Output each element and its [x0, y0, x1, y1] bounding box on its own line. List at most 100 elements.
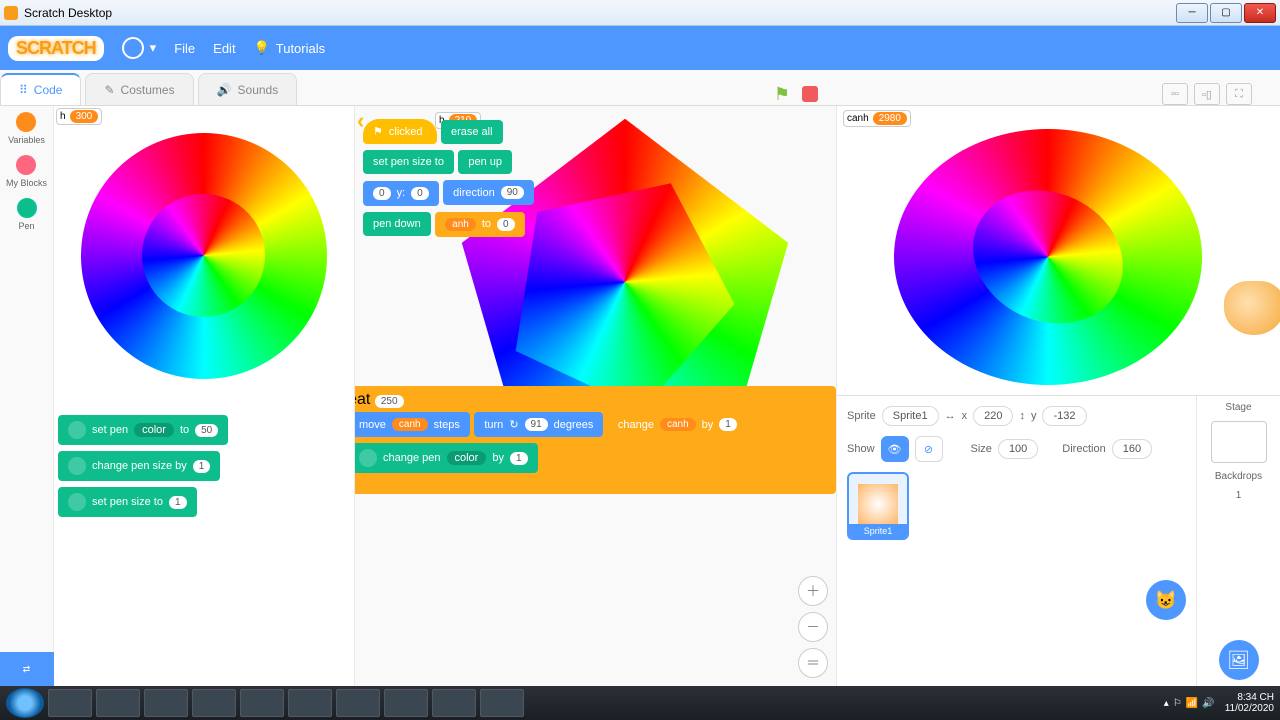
script-workspace[interactable]: h 210 ‹ ⚑ clicked erase all set pen size…	[354, 106, 836, 686]
block-change-variable[interactable]: change canh by 1	[608, 412, 747, 437]
block-turn-degrees[interactable]: turn ↻ 91 degrees	[474, 412, 603, 437]
window-title: Scratch Desktop	[24, 6, 112, 20]
block-goto-xy[interactable]: 0 y: 0	[363, 181, 439, 206]
sprite-name-input[interactable]: Sprite1	[882, 406, 939, 426]
xy-icon: ↔	[945, 410, 956, 422]
windows-taskbar: ▴ ⚐ 📶 🔊 8:34 CH 11/02/2020	[0, 686, 1280, 720]
taskbar-app-1[interactable]	[240, 689, 284, 717]
taskbar-explorer[interactable]	[48, 689, 92, 717]
tab-costumes[interactable]: ✎Costumes	[85, 73, 193, 105]
block-category-column: Variables My Blocks Pen ⇄	[0, 106, 54, 686]
block-change-pen-color[interactable]: change pen color by 1	[354, 443, 538, 473]
taskbar-paint[interactable]	[432, 689, 476, 717]
globe-icon	[122, 37, 144, 59]
hide-button[interactable]: ⊘	[915, 436, 943, 462]
pen-icon	[68, 493, 86, 511]
category-myblocks[interactable]: My Blocks	[6, 155, 47, 188]
stage-label: Stage	[1225, 402, 1251, 413]
block-change-pen-size[interactable]: change pen size by 1	[58, 451, 220, 481]
sprite-label: Sprite	[847, 410, 876, 422]
block-point-direction[interactable]: direction 90	[443, 180, 534, 205]
menu-file[interactable]: File	[174, 41, 195, 56]
block-set-variable[interactable]: anh to 0	[435, 212, 524, 237]
tray-flag-icon[interactable]: ⚐	[1173, 698, 1182, 709]
block-when-flag-clicked[interactable]: ⚑ clicked	[363, 119, 437, 144]
tray-network-icon[interactable]: 📶	[1186, 698, 1198, 709]
block-pen-up[interactable]: pen up	[458, 150, 512, 174]
scratch-cat-sprite[interactable]	[1224, 281, 1280, 335]
zoom-in-button[interactable]: ＋	[798, 576, 828, 606]
start-button[interactable]	[6, 688, 44, 718]
backdrops-label: Backdrops	[1215, 471, 1262, 482]
taskbar-chrome[interactable]	[192, 689, 236, 717]
size-label: Size	[971, 443, 992, 455]
taskbar-app-4[interactable]	[384, 689, 428, 717]
scratch-logo: SCRATCH	[8, 36, 104, 61]
main-area: Variables My Blocks Pen ⇄ h 300 set pen …	[0, 106, 1280, 686]
sprite-x-input[interactable]: 220	[973, 406, 1013, 426]
fullscreen-button[interactable]: ⛶	[1226, 83, 1252, 105]
app-icon	[4, 6, 18, 20]
show-label: Show	[847, 443, 875, 455]
costume-icon: ✎	[104, 83, 114, 97]
tab-sounds-label: Sounds	[238, 83, 279, 97]
maximize-button[interactable]: ▢	[1210, 3, 1242, 23]
block-move-steps[interactable]: move canh steps	[354, 412, 470, 437]
sprite-card-label: Sprite1	[849, 524, 907, 538]
tab-code[interactable]: ⠿Code	[0, 73, 81, 105]
taskbar-clock[interactable]: 8:34 CH 11/02/2020	[1225, 692, 1274, 714]
sprite-size-input[interactable]: 100	[998, 439, 1038, 459]
block-set-pen-color[interactable]: set pen color to 50	[58, 415, 228, 445]
direction-label: Direction	[1062, 443, 1105, 455]
zoom-reset-button[interactable]: ＝	[798, 648, 828, 678]
stage-thumbnail[interactable]	[1211, 421, 1267, 463]
category-variables[interactable]: Variables	[8, 112, 45, 145]
minimize-button[interactable]: ─	[1176, 3, 1208, 23]
category-pen-label: Pen	[18, 221, 34, 231]
show-button[interactable]: 👁	[881, 436, 909, 462]
add-backdrop-button[interactable]: 🖼	[1219, 640, 1259, 680]
add-sprite-button[interactable]: 😺	[1146, 580, 1186, 620]
sprite-thumbnail	[858, 484, 898, 524]
category-pen[interactable]: Pen	[17, 198, 37, 231]
taskbar-app-3[interactable]	[336, 689, 380, 717]
block-set-pen-size[interactable]: set pen size to 1	[58, 487, 197, 517]
window-titlebar: Scratch Desktop ─ ▢ ✕	[0, 0, 1280, 26]
tab-row: ⠿Code ✎Costumes 🔊Sounds ⚑ ▫▫ ▫▯ ⛶	[0, 70, 1280, 106]
taskbar-app-2[interactable]	[288, 689, 332, 717]
close-button[interactable]: ✕	[1244, 3, 1276, 23]
block-palette[interactable]: h 300 set pen color to 50 change pen siz…	[54, 106, 354, 686]
tray-volume-icon[interactable]: 🔊	[1202, 698, 1214, 709]
menu-tutorials-label: Tutorials	[276, 41, 325, 56]
stage-column: canh 2980 Sprite Sprite1 ↔x 220 ↕y -132 …	[836, 106, 1280, 686]
stage-selector[interactable]: Stage Backdrops 1 🖼	[1196, 396, 1280, 686]
zoom-out-button[interactable]: －	[798, 612, 828, 642]
stop-button[interactable]	[802, 86, 818, 102]
block-repeat[interactable]: repeat 250 move canh steps turn ↻ 91 deg…	[354, 386, 836, 494]
green-flag-button[interactable]: ⚑	[774, 84, 790, 105]
stage-view[interactable]: canh 2980	[837, 106, 1280, 396]
monitor-name: canh	[847, 113, 869, 124]
stage-small-button[interactable]: ▫▫	[1162, 83, 1188, 105]
stage-large-button[interactable]: ▫▯	[1194, 83, 1220, 105]
block-set-pen-size-to[interactable]: set pen size to	[363, 150, 454, 174]
sprite-panel: Sprite Sprite1 ↔x 220 ↕y -132 Show 👁 ⊘ S…	[837, 396, 1280, 686]
block-erase-all[interactable]: erase all	[441, 120, 503, 144]
tray-arrow-icon[interactable]: ▴	[1164, 698, 1169, 709]
taskbar-mediaplayer[interactable]	[144, 689, 188, 717]
sprite-card-sprite1[interactable]: Sprite1	[847, 472, 909, 540]
menubar: SCRATCH ▾ File Edit 💡 Tutorials	[0, 26, 1280, 70]
add-extension-button[interactable]: ⇄	[0, 652, 54, 686]
menu-tutorials[interactable]: 💡 Tutorials	[254, 40, 326, 56]
taskbar-snipping[interactable]	[480, 689, 524, 717]
pen-icon	[68, 421, 86, 439]
pen-icon	[359, 449, 377, 467]
tab-sounds[interactable]: 🔊Sounds	[198, 73, 298, 105]
menu-edit[interactable]: Edit	[213, 41, 235, 56]
language-button[interactable]: ▾	[122, 37, 157, 59]
block-pen-down[interactable]: pen down	[363, 212, 431, 236]
taskbar-ie[interactable]	[96, 689, 140, 717]
zoom-controls: ＋ － ＝	[798, 576, 828, 678]
sprite-y-input[interactable]: -132	[1042, 406, 1086, 426]
sprite-direction-input[interactable]: 160	[1112, 439, 1152, 459]
